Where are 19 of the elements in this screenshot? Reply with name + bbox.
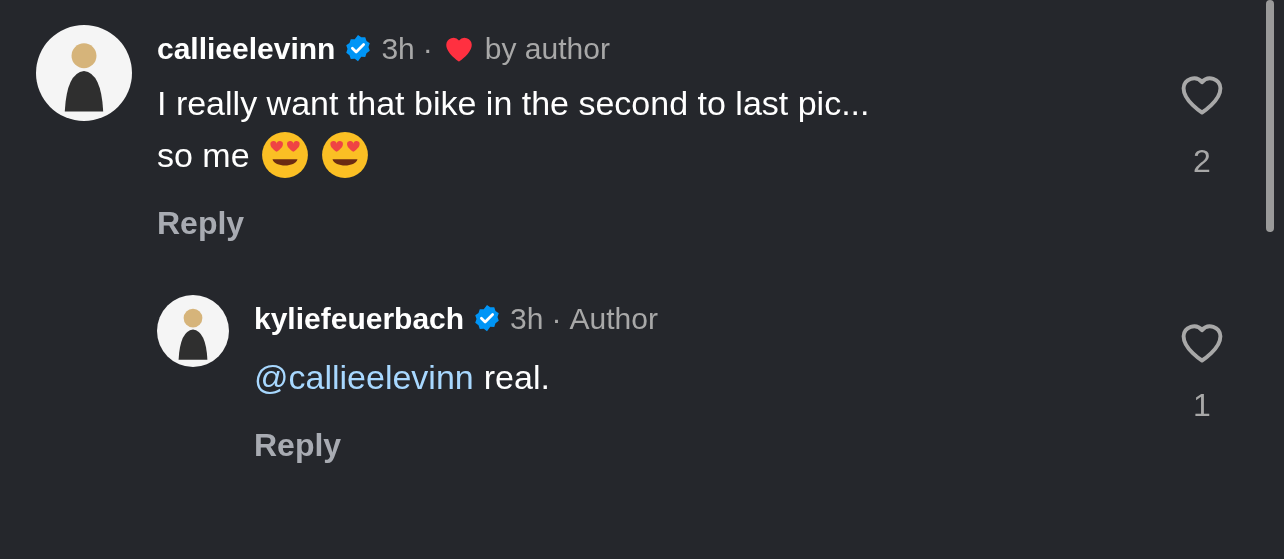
like-count: 2 xyxy=(1193,142,1211,181)
avatar[interactable] xyxy=(157,295,229,367)
author-label: Author xyxy=(569,300,658,337)
like-count: 1 xyxy=(1193,386,1211,425)
comment-text: so me xyxy=(157,135,250,176)
username[interactable]: kyliefeuerbach xyxy=(254,295,465,341)
separator-dot: · xyxy=(422,30,433,67)
comment-text: real. xyxy=(483,357,550,398)
timestamp: 3h xyxy=(381,30,415,67)
liked-by-author-label: by author xyxy=(484,30,610,67)
mention-link[interactable]: @callieelevinn xyxy=(254,353,474,401)
username[interactable]: callieelevinn xyxy=(157,25,336,71)
reply-link[interactable]: Reply xyxy=(157,199,245,247)
avatar[interactable] xyxy=(36,25,132,121)
comment-text: I really want that bike in the second to last pic... xyxy=(157,83,871,124)
timestamp: 3h xyxy=(510,300,544,337)
scrollbar[interactable] xyxy=(1266,0,1274,232)
separator-dot: · xyxy=(551,300,562,337)
reply-link[interactable]: Reply xyxy=(254,421,342,469)
